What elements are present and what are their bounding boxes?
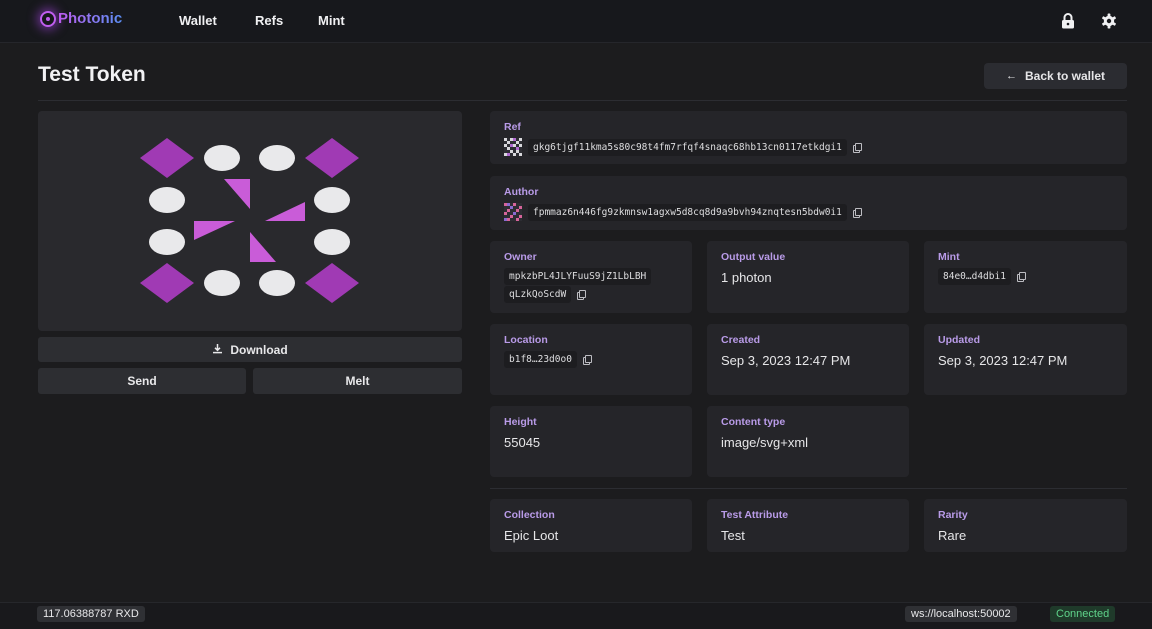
token-circle — [314, 187, 350, 213]
location-label: Location — [504, 334, 548, 346]
top-bar: Photonic Wallet Refs Mint — [0, 0, 1152, 43]
app-logo[interactable]: Photonic — [40, 10, 122, 27]
nav-mint[interactable]: Mint — [318, 13, 345, 28]
server-url[interactable]: ws://localhost:50002 — [905, 606, 1017, 622]
arrow-left-icon: ← — [1005, 70, 1017, 82]
owner-value-line2: qLzkQoScdW — [504, 286, 572, 303]
ref-value: gkg6tjgf11kma5s80c98t4fm7rfqf4snaqc68hb1… — [528, 138, 847, 156]
page-title: Test Token — [38, 63, 146, 86]
attribute-card: Rarity Rare — [924, 499, 1127, 552]
copy-icon[interactable] — [1016, 272, 1026, 282]
location-card: Location b1f8…23d0o0 — [490, 324, 692, 395]
height-value: 55045 — [504, 435, 541, 450]
attribute-label: Rarity — [938, 509, 968, 521]
updated-label: Updated — [938, 334, 980, 346]
token-circle — [314, 229, 350, 255]
nav-refs[interactable]: Refs — [255, 13, 283, 28]
owner-label: Owner — [504, 251, 537, 263]
output-value: 1 photon — [721, 270, 772, 285]
token-circle — [204, 145, 240, 171]
connection-status-badge: Connected — [1050, 606, 1116, 622]
token-diamond — [140, 263, 194, 303]
token-circle — [149, 187, 185, 213]
copy-icon[interactable] — [852, 207, 862, 218]
ref-label: Ref — [504, 121, 521, 133]
copy-icon[interactable] — [582, 355, 592, 365]
app-name: Photonic — [58, 10, 123, 27]
mint-label: Mint — [938, 251, 960, 263]
created-card: Created Sep 3, 2023 12:47 PM — [707, 324, 909, 395]
height-card: Height 55045 — [490, 406, 692, 477]
attributes-divider — [490, 488, 1127, 489]
download-label: Download — [230, 342, 288, 357]
content-type-label: Content type — [721, 416, 786, 428]
created-value: Sep 3, 2023 12:47 PM — [721, 353, 851, 368]
token-circle — [149, 229, 185, 255]
output-value-label: Output value — [721, 251, 786, 263]
token-diamond — [305, 263, 359, 303]
attribute-card: Test Attribute Test — [707, 499, 909, 552]
gear-icon[interactable] — [1100, 12, 1118, 30]
attribute-card: Collection Epic Loot — [490, 499, 692, 552]
melt-label: Melt — [345, 374, 370, 388]
updated-value: Sep 3, 2023 12:47 PM — [938, 353, 1068, 368]
owner-value-line1: mpkzbPL4JLYFuuS9jZ1LbLBH — [504, 268, 652, 285]
ref-identicon — [504, 138, 522, 156]
token-diamond — [140, 138, 194, 178]
author-card: Author fpmmaz6n446fg9zkmnsw1agxw5d8cq8d9… — [490, 176, 1127, 230]
token-triangle — [250, 232, 276, 262]
send-label: Send — [127, 374, 157, 388]
ref-card: Ref gkg6tjgf11kma5s80c98t4fm7rfqf4snaqc6… — [490, 111, 1127, 164]
attribute-value: Rare — [938, 528, 967, 543]
token-triangle — [224, 179, 250, 209]
token-image — [140, 138, 359, 303]
send-button[interactable]: Send — [38, 368, 246, 394]
attribute-value: Test — [721, 528, 745, 543]
mint-card: Mint 84e0…d4dbi1 — [924, 241, 1127, 313]
mint-value: 84e0…d4dbi1 — [938, 268, 1011, 285]
height-label: Height — [504, 416, 537, 428]
content-type-card: Content type image/svg+xml — [707, 406, 909, 477]
download-button[interactable]: Download — [38, 337, 462, 362]
copy-icon[interactable] — [577, 290, 587, 300]
location-value: b1f8…23d0o0 — [504, 351, 577, 368]
back-to-wallet-label: Back to wallet — [1024, 69, 1106, 83]
wallet-balance: 117.06388787 RXD — [37, 606, 145, 622]
lock-icon[interactable] — [1059, 12, 1077, 30]
author-value: fpmmaz6n446fg9zkmnsw1agxw5d8cq8d9a9bvh94… — [528, 203, 847, 221]
token-preview — [38, 111, 462, 331]
content-type-value: image/svg+xml — [721, 435, 809, 450]
nav-wallet[interactable]: Wallet — [179, 13, 217, 28]
token-triangle — [265, 202, 305, 221]
token-diamond — [305, 138, 359, 178]
melt-button[interactable]: Melt — [253, 368, 462, 394]
attribute-label: Collection — [504, 509, 555, 521]
photon-logo-icon — [40, 10, 56, 27]
attribute-label: Test Attribute — [721, 509, 789, 521]
updated-card: Updated Sep 3, 2023 12:47 PM — [924, 324, 1127, 395]
token-circle — [259, 145, 295, 171]
output-value-card: Output value 1 photon — [707, 241, 909, 313]
author-identicon — [504, 203, 522, 221]
title-divider — [38, 100, 1127, 101]
copy-icon[interactable] — [852, 142, 862, 153]
token-circle — [204, 270, 240, 296]
owner-card: Owner mpkzbPL4JLYFuuS9jZ1LbLBH qLzkQoScd… — [490, 241, 692, 313]
back-to-wallet-button[interactable]: ← Back to wallet — [984, 63, 1127, 89]
created-label: Created — [721, 334, 761, 346]
attribute-value: Epic Loot — [504, 528, 559, 543]
download-icon — [212, 343, 223, 357]
author-label: Author — [504, 186, 539, 198]
token-circle — [259, 270, 295, 296]
token-triangle — [194, 221, 235, 240]
